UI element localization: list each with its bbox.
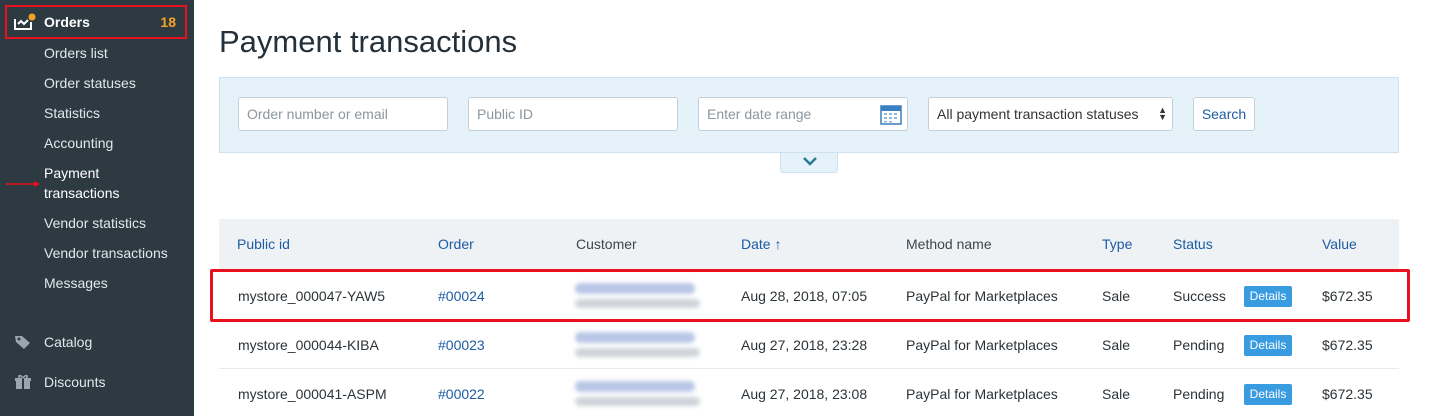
- cell-type: Sale: [1102, 386, 1131, 402]
- sidebar-item-messages[interactable]: Messages: [44, 273, 108, 293]
- customer-name-redacted: [575, 332, 695, 343]
- cell-public-id: mystore_000044-KIBA: [238, 337, 379, 353]
- sidebar-orders-title: Orders: [44, 14, 90, 30]
- cell-status: Pending: [1173, 386, 1225, 402]
- cell-type: Sale: [1102, 337, 1131, 353]
- red-arrow-indicator: [6, 181, 40, 187]
- sidebar-orders-header[interactable]: Orders 18: [5, 5, 187, 39]
- customer-email-redacted: [575, 299, 700, 308]
- sidebar-item-statistics[interactable]: Statistics: [44, 103, 100, 123]
- column-public-id[interactable]: Public id: [237, 236, 290, 252]
- cell-value: $672.35: [1322, 386, 1373, 402]
- sidebar-section-catalog[interactable]: Catalog: [14, 334, 92, 350]
- cell-status: Success: [1173, 288, 1226, 304]
- details-button[interactable]: Details: [1244, 286, 1292, 307]
- cell-type: Sale: [1102, 288, 1131, 304]
- table-row: mystore_000044-KIBA #00023 Aug 27, 2018,…: [219, 320, 1399, 369]
- cell-method: PayPal for Marketplaces: [906, 337, 1058, 353]
- table-row: mystore_000047-YAW5 #00024 Aug 28, 2018,…: [219, 271, 1399, 320]
- sidebar-item-vendor-transactions[interactable]: Vendor transactions: [44, 243, 168, 263]
- sidebar-item-vendor-statistics[interactable]: Vendor statistics: [44, 213, 146, 233]
- column-order[interactable]: Order: [438, 236, 474, 252]
- cell-date: Aug 27, 2018, 23:28: [741, 337, 868, 353]
- column-customer: Customer: [576, 236, 637, 252]
- expand-filters-toggle[interactable]: [780, 153, 838, 173]
- column-value[interactable]: Value: [1322, 236, 1357, 252]
- table-header: Public id Order Customer Date ↑ Method n…: [219, 219, 1399, 269]
- chevron-down-icon: [803, 157, 817, 166]
- customer-name-redacted: [575, 283, 695, 294]
- sidebar-section-label: Catalog: [44, 334, 93, 350]
- search-button[interactable]: Search: [1193, 97, 1255, 131]
- cell-status: Pending: [1173, 337, 1225, 353]
- details-button[interactable]: Details: [1244, 335, 1292, 356]
- order-search-input[interactable]: [238, 97, 448, 131]
- cell-date: Aug 27, 2018, 23:08: [741, 386, 868, 402]
- cell-order-link[interactable]: #00024: [438, 288, 485, 304]
- date-range-field[interactable]: [698, 97, 908, 131]
- gift-icon: [15, 374, 31, 389]
- column-method: Method name: [906, 236, 992, 252]
- cell-date: Aug 28, 2018, 07:05: [741, 288, 868, 304]
- sidebar-section-discounts[interactable]: Discounts: [14, 374, 105, 390]
- column-type[interactable]: Type: [1102, 236, 1132, 252]
- column-status[interactable]: Status: [1173, 236, 1213, 252]
- customer-email-redacted: [575, 348, 700, 357]
- date-range-input[interactable]: [698, 97, 908, 131]
- sidebar-item-accounting[interactable]: Accounting: [44, 133, 113, 153]
- sidebar-item-orders-list[interactable]: Orders list: [44, 43, 108, 63]
- calendar-icon[interactable]: [880, 103, 902, 125]
- details-button[interactable]: Details: [1244, 384, 1292, 405]
- cell-order-link[interactable]: #00022: [438, 386, 485, 402]
- tag-icon: [15, 336, 30, 349]
- cell-public-id: mystore_000041-ASPM: [238, 386, 387, 402]
- status-select-value: All payment transaction statuses: [937, 106, 1139, 122]
- orders-count-badge: 18: [160, 14, 176, 30]
- cell-public-id: mystore_000047-YAW5: [238, 288, 386, 304]
- cell-value: $672.35: [1322, 337, 1373, 353]
- sidebar-item-payment-transactions[interactable]: Payment transactions: [44, 163, 154, 203]
- status-select[interactable]: All payment transaction statuses ▲ ▼: [928, 97, 1173, 131]
- filter-panel: All payment transaction statuses ▲▼ Sear…: [219, 77, 1399, 153]
- sidebar-item-order-statuses[interactable]: Order statuses: [44, 73, 136, 93]
- table-row: mystore_000041-ASPM #00022 Aug 27, 2018,…: [219, 369, 1399, 416]
- public-id-input[interactable]: [468, 97, 678, 131]
- orders-icon: [14, 13, 36, 30]
- cell-value: $672.35: [1322, 288, 1373, 304]
- cell-order-link[interactable]: #00023: [438, 337, 485, 353]
- cell-method: PayPal for Marketplaces: [906, 386, 1058, 402]
- sidebar-section-label: Discounts: [44, 374, 106, 390]
- customer-name-redacted: [575, 381, 695, 392]
- cell-method: PayPal for Marketplaces: [906, 288, 1058, 304]
- page-title: Payment transactions: [219, 24, 518, 59]
- sidebar: Orders 18 Orders list Order statuses Sta…: [0, 0, 194, 416]
- select-arrows-icon: ▲ ▼: [1158, 105, 1167, 122]
- customer-email-redacted: [575, 397, 700, 406]
- column-date[interactable]: Date ↑: [741, 236, 781, 252]
